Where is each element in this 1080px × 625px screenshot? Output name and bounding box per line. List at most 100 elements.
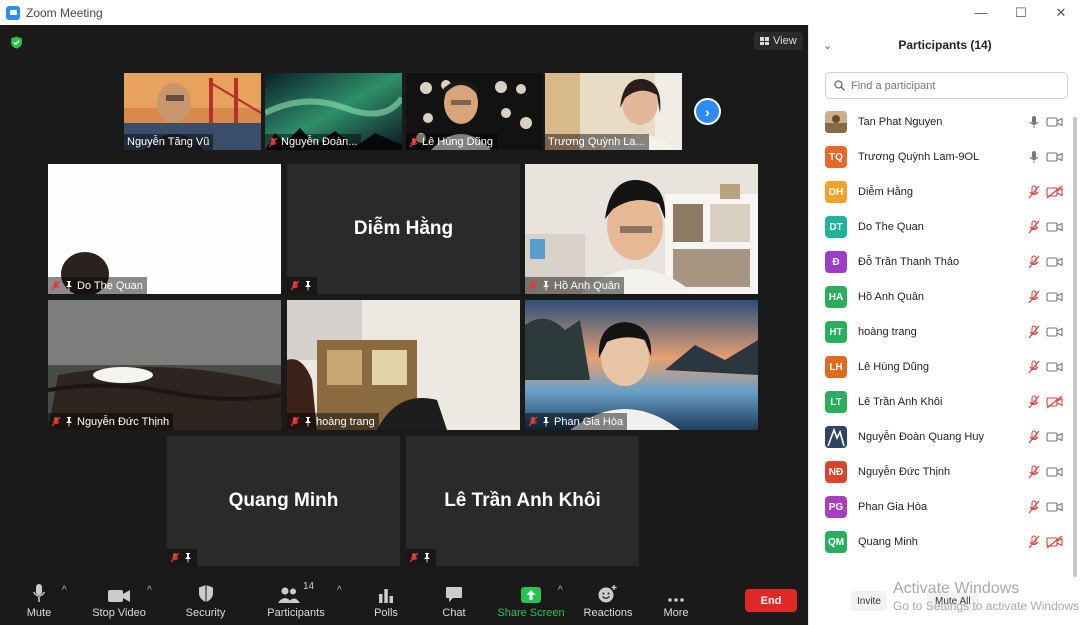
- avatar: DT: [825, 216, 847, 238]
- mic-muted-icon[interactable]: [1027, 500, 1041, 514]
- video-camera-icon[interactable]: [1046, 220, 1063, 234]
- participant-row[interactable]: PG Phan Gia Hòa: [809, 492, 1071, 522]
- view-label: View: [773, 35, 797, 47]
- participant-row[interactable]: QM Quang Minh: [809, 527, 1071, 557]
- meeting-area: View Nguyễn Tăng Vũ Nguyễn Đoàn... Lê Hù…: [0, 25, 808, 625]
- video-camera-icon[interactable]: [1046, 325, 1063, 339]
- mic-muted-icon: [268, 137, 278, 147]
- video-tile[interactable]: Diễm Hằng: [287, 164, 520, 294]
- mic-muted-icon[interactable]: [1027, 290, 1041, 304]
- thumbnail-video[interactable]: Nguyễn Đoàn...: [265, 73, 402, 150]
- participant-row[interactable]: NĐ Nguyễn Đức Thịnh: [809, 457, 1071, 487]
- security-button[interactable]: Security: [183, 579, 228, 623]
- participants-icon: [277, 587, 300, 603]
- close-button[interactable]: ✕: [1041, 0, 1080, 25]
- minimize-button[interactable]: —: [961, 0, 1001, 25]
- pin-icon: [66, 417, 72, 427]
- microphone-icon[interactable]: [1027, 115, 1041, 129]
- participant-name: Nguyễn Đức Thịnh: [858, 466, 951, 478]
- mic-muted-icon[interactable]: [1027, 220, 1041, 234]
- video-camera-icon[interactable]: [1046, 465, 1063, 479]
- share-screen-button[interactable]: Share Screen: [497, 579, 565, 623]
- video-tile[interactable]: Nguyễn Đức Thịnh: [48, 300, 281, 430]
- thumbnail-video[interactable]: Trương Quỳnh La...: [545, 73, 682, 150]
- video-camera-icon[interactable]: [1046, 360, 1063, 374]
- stop-video-button[interactable]: Stop Video: [90, 579, 148, 623]
- participant-display-name: Lê Trần Anh Khôi: [444, 490, 601, 511]
- mic-muted-icon[interactable]: [1027, 465, 1041, 479]
- video-tile[interactable]: Do The Quan: [48, 164, 281, 294]
- participants-button[interactable]: 14 Participants: [264, 579, 328, 623]
- participant-row[interactable]: DH Diễm Hằng: [809, 177, 1071, 207]
- mic-muted-icon[interactable]: [1027, 535, 1041, 549]
- chevron-up-icon[interactable]: ^: [337, 585, 342, 596]
- mic-muted-icon[interactable]: [1027, 325, 1041, 339]
- invite-button[interactable]: Invite: [851, 591, 887, 611]
- video-off-icon[interactable]: [1046, 185, 1063, 199]
- video-tile[interactable]: Lê Trần Anh Khôi: [406, 436, 639, 566]
- view-button[interactable]: View: [754, 32, 803, 50]
- video-camera-icon[interactable]: [1046, 150, 1063, 164]
- zoom-logo-icon: [6, 5, 20, 20]
- thumbnail-video[interactable]: Nguyễn Tăng Vũ: [124, 73, 261, 150]
- participant-row[interactable]: Đ Đỗ Trần Thanh Thảo: [809, 247, 1071, 277]
- thumbnail-video[interactable]: Lê Hùng Dũng: [406, 73, 543, 150]
- video-tile[interactable]: Phan Gia Hòa: [525, 300, 758, 430]
- maximize-button[interactable]: ☐: [1001, 0, 1041, 25]
- chevron-up-icon[interactable]: ^: [147, 585, 152, 596]
- zoom-window: Zoom Meeting — ☐ ✕ View Nguyễn Tăng Vũ N…: [0, 0, 1080, 625]
- video-camera-icon[interactable]: [1046, 290, 1063, 304]
- search-input[interactable]: [851, 79, 1051, 92]
- pin-icon: [185, 553, 191, 563]
- encryption-shield-icon[interactable]: [10, 36, 23, 49]
- participant-row[interactable]: Tan Phat Nguyen: [809, 107, 1071, 137]
- avatar: LT: [825, 391, 847, 413]
- video-camera-icon[interactable]: [1046, 115, 1063, 129]
- participant-row[interactable]: LT Lê Trần Anh Khôi: [809, 387, 1071, 417]
- video-off-icon[interactable]: [1046, 395, 1063, 409]
- participant-name: hoàng trang: [858, 326, 917, 338]
- video-camera-icon[interactable]: [1046, 500, 1063, 514]
- mic-muted-icon[interactable]: [1027, 185, 1041, 199]
- more-button[interactable]: More: [660, 579, 692, 623]
- chevron-up-icon[interactable]: ^: [558, 585, 563, 596]
- end-meeting-button[interactable]: End: [745, 589, 797, 612]
- participant-row[interactable]: HT hoàng trang: [809, 317, 1071, 347]
- participant-row[interactable]: LH Lê Hùng Dũng: [809, 352, 1071, 382]
- video-off-icon[interactable]: [1046, 535, 1063, 549]
- mic-muted-icon[interactable]: [1027, 255, 1041, 269]
- mute-all-button[interactable]: Mute All: [927, 591, 979, 611]
- mic-muted-icon: [409, 552, 419, 563]
- mic-muted-icon[interactable]: [1027, 360, 1041, 374]
- participant-display-name: Diễm Hằng: [353, 218, 454, 239]
- polls-button[interactable]: Polls: [369, 579, 403, 623]
- chat-button[interactable]: Chat: [437, 579, 471, 623]
- mic-muted-icon: [51, 280, 61, 291]
- scrollbar[interactable]: [1073, 117, 1077, 577]
- microphone-icon[interactable]: [1027, 150, 1041, 164]
- avatar: QM: [825, 531, 847, 553]
- participant-row[interactable]: Nguyễn Đoàn Quang Huy: [809, 422, 1071, 452]
- reactions-button[interactable]: Reactions: [584, 579, 632, 623]
- participant-row[interactable]: DT Do The Quan: [809, 212, 1071, 242]
- next-page-button[interactable]: ›: [694, 98, 721, 125]
- video-tile[interactable]: Hồ Anh Quân: [525, 164, 758, 294]
- video-tile[interactable]: hoàng trang: [287, 300, 520, 430]
- avatar: [825, 426, 847, 448]
- participant-name: Tan Phat Nguyen: [858, 116, 943, 128]
- chevron-up-icon[interactable]: ^: [62, 585, 67, 596]
- mic-muted-icon[interactable]: [1027, 395, 1041, 409]
- video-camera-icon[interactable]: [1046, 255, 1063, 269]
- mute-button[interactable]: Mute: [22, 579, 56, 623]
- mic-muted-icon: [290, 280, 300, 291]
- participant-name: Hồ Anh Quân: [858, 291, 925, 303]
- participant-row[interactable]: HA Hồ Anh Quân: [809, 282, 1071, 312]
- participant-name: Nguyễn Đoàn Quang Huy: [858, 431, 984, 443]
- participant-name: Trương Quỳnh Lam-9OL: [858, 151, 980, 163]
- participant-row[interactable]: TQ Trương Quỳnh Lam-9OL: [809, 142, 1071, 172]
- video-tile[interactable]: Quang Minh: [167, 436, 400, 566]
- avatar: [825, 111, 847, 133]
- participant-search[interactable]: [825, 72, 1068, 99]
- mic-muted-icon[interactable]: [1027, 430, 1041, 444]
- video-camera-icon[interactable]: [1046, 430, 1063, 444]
